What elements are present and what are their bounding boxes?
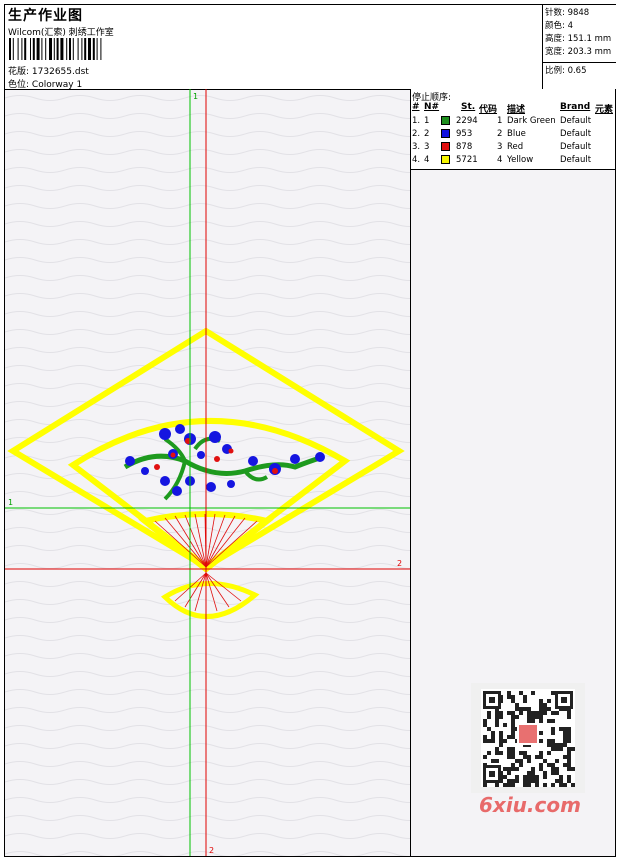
row-index: 4. [412,155,421,165]
table-row: 4. 4 5721 4 Yellow Default [411,155,615,168]
col-index: # [412,102,420,112]
design-line: 花版: 1732655.dst [8,64,89,77]
design-value: 1732655.dst [31,67,89,77]
color-swatch [441,155,450,164]
green-axis-top-label: 1 [193,92,198,101]
stats-box: 针数: 9848 颜色: 4 高度: 151.1 mm 宽度: 203.3 mm… [542,5,616,89]
red-axis-bottom-label: 2 [209,846,214,855]
color-swatch [441,116,450,125]
color-swatch [441,142,450,151]
row-index: 2. [412,129,421,139]
design-scale: 比例: 0.65 [545,66,587,76]
col-brand: Brand [560,102,591,112]
row-brand: Default [560,155,592,165]
row-needle: 3 [424,142,430,152]
row-description: Yellow [507,155,534,165]
col-description: 描述 [507,105,526,115]
row-needle: 4 [424,155,430,165]
row-stitches: 2294 [456,116,478,126]
design-label: 花版: [8,67,30,77]
header: 生产作业图 Wilcom(汇索) 刺绣工作室 花版: 1732655.dst 色… [5,5,616,90]
col-stitches: St. [461,102,476,112]
row-needle: 2 [424,129,430,139]
red-axis-right-label: 2 [397,559,402,568]
design-width: 宽度: 203.3 mm [545,47,612,57]
col-element: 元素 [595,105,614,115]
barcode-icon [9,38,102,60]
row-index: 1. [412,116,421,126]
color-swatch [441,129,450,138]
row-stitches: 878 [456,142,473,152]
stitch-count: 针数: 9848 [545,8,590,18]
row-code: 2 [497,129,503,139]
row-code: 3 [497,142,503,152]
color-count: 颜色: 4 [545,21,573,31]
row-brand: Default [560,142,592,152]
table-row: 1. 1 2294 1 Dark Green Default [411,116,615,129]
row-description: Dark Green [507,116,556,126]
row-description: Blue [507,129,526,139]
green-axis-left-label: 1 [8,498,13,507]
table-row: 3. 3 878 3 Red Default [411,142,615,155]
col-code: 代码 [479,105,498,115]
row-code: 4 [497,155,503,165]
row-stitches: 953 [456,129,473,139]
row-brand: Default [560,116,592,126]
row-description: Red [507,142,524,152]
design-canvas[interactable]: 1 1 2 2 [5,89,410,856]
row-code: 1 [497,116,503,126]
row-index: 3. [412,142,421,152]
qr-code-icon [471,683,585,793]
design-preview: 1 1 2 2 [5,89,410,856]
design-height: 高度: 151.1 mm [545,34,612,44]
table-row: 2. 2 953 2 Blue Default [411,129,615,142]
row-stitches: 5721 [456,155,478,165]
watermark-logo: 6xiu.com [479,793,581,817]
stop-sequence-table: 停止顺序: # N# St. 代码 描述 Brand 元素 1. 1 2294 1 Da… [411,89,615,170]
page-title: 生产作业图 [8,8,83,24]
production-sheet: 生产作业图 Wilcom(汇索) 刺绣工作室 花版: 1732655.dst 色… [4,4,616,857]
divider [543,62,616,63]
col-needle: N# [424,102,440,112]
row-brand: Default [560,129,592,139]
software-subtitle: Wilcom(汇索) 刺绣工作室 [8,28,114,38]
row-needle: 1 [424,116,430,126]
